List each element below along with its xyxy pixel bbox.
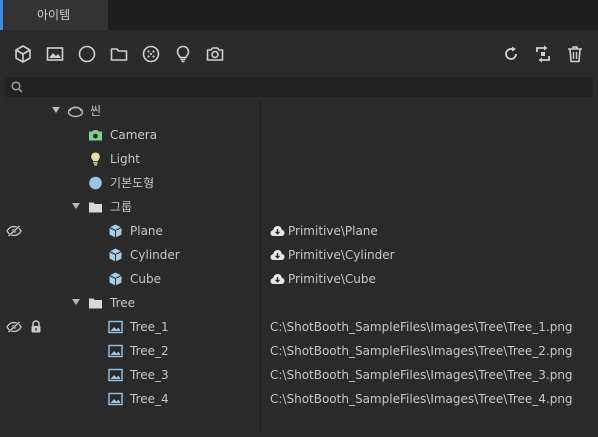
tree-label: 씬: [90, 104, 102, 118]
cloud-download-icon: [270, 249, 285, 260]
cloud-download-icon: [270, 225, 285, 236]
cube-icon: [109, 248, 122, 262]
item-path: Primitive\Plane: [270, 219, 378, 243]
folder-icon: [110, 48, 128, 61]
image-icon: [108, 368, 123, 382]
tree-label: Tree_3: [130, 368, 169, 382]
search-icon: [11, 81, 23, 93]
tree-row-light[interactable]: Light: [0, 147, 598, 171]
add-shape-button[interactable]: [76, 43, 98, 65]
tree-row-group[interactable]: 그룹: [0, 195, 598, 219]
item-path-text: Primitive\Cylinder: [288, 248, 395, 262]
folder-icon: [89, 202, 102, 213]
sync-icon: [536, 45, 550, 63]
item-path-text: Primitive\Cube: [288, 272, 376, 286]
item-path: C:\ShotBooth_SampleFiles\Images\Tree\Tre…: [270, 368, 573, 382]
tree-label: Light: [110, 152, 140, 166]
cube-icon: [109, 272, 122, 286]
scene-icon: [67, 106, 84, 118]
item-path: C:\ShotBooth_SampleFiles\Images\Tree\Tre…: [270, 344, 573, 358]
expand-arrow[interactable]: [52, 107, 60, 113]
tree-row-tree4[interactable]: Tree_4 C:\ShotBooth_SampleFiles\Images\T…: [0, 387, 598, 411]
tree-label: Camera: [110, 128, 158, 142]
add-group-button[interactable]: [108, 43, 130, 65]
cube-icon: [109, 224, 122, 238]
tree-row-camera[interactable]: Camera: [0, 123, 598, 147]
tree-row-tree3[interactable]: Tree_3 C:\ShotBooth_SampleFiles\Images\T…: [0, 363, 598, 387]
tree-label: Tree_4: [130, 392, 169, 406]
item-path: C:\ShotBooth_SampleFiles\Images\Tree\Tre…: [270, 392, 573, 406]
tree-label: Tree_2: [130, 344, 169, 358]
image-icon: [46, 47, 64, 61]
item-path: C:\ShotBooth_SampleFiles\Images\Tree\Tre…: [270, 320, 573, 334]
tree-row-tree2[interactable]: Tree_2 C:\ShotBooth_SampleFiles\Images\T…: [0, 339, 598, 363]
tree-row-cube[interactable]: Cube Primitive\Cube: [0, 267, 598, 291]
eye-slash-icon[interactable]: [6, 225, 22, 237]
tree-label: 그룹: [110, 200, 133, 214]
toolbar: [0, 34, 598, 74]
expand-arrow[interactable]: [72, 203, 80, 209]
lightbulb-icon: [91, 152, 100, 166]
tree-row-tree-folder[interactable]: Tree: [0, 291, 598, 315]
item-path: Primitive\Cube: [270, 267, 376, 291]
trash-icon: [568, 46, 582, 63]
eye-slash-icon[interactable]: [6, 321, 22, 333]
tree-label: Cylinder: [130, 248, 180, 262]
delete-button[interactable]: [564, 43, 586, 65]
tree-row-primitive[interactable]: 기본도형: [0, 171, 598, 195]
search-input[interactable]: [27, 77, 587, 97]
tree-row-tree1[interactable]: Tree_1 C:\ShotBooth_SampleFiles\Images\T…: [0, 315, 598, 339]
tab-items[interactable]: 아이템: [0, 0, 108, 30]
add-camera-button[interactable]: [204, 43, 226, 65]
cloud-download-icon: [270, 273, 285, 284]
sphere-icon: [89, 176, 102, 190]
refresh-icon: [505, 46, 517, 60]
sync-button[interactable]: [532, 43, 554, 65]
particles-icon: [142, 45, 160, 63]
tree-label: Tree_1: [130, 320, 169, 334]
lock-icon[interactable]: [30, 320, 42, 333]
item-path-text: Primitive\Plane: [288, 224, 378, 238]
add-particles-button[interactable]: [140, 43, 162, 65]
tab-bar: 아이템: [0, 0, 598, 30]
image-icon: [108, 320, 123, 334]
folder-icon: [89, 298, 102, 309]
add-primitive-button[interactable]: [12, 43, 34, 65]
search-bar: [5, 77, 593, 97]
expand-arrow[interactable]: [72, 299, 80, 305]
item-path: Primitive\Cylinder: [270, 243, 395, 267]
tree-label: 기본도형: [110, 176, 155, 190]
tree-label: Plane: [130, 224, 163, 238]
image-icon: [108, 344, 123, 358]
refresh-button[interactable]: [500, 43, 522, 65]
tree-row-cylinder[interactable]: Cylinder Primitive\Cylinder: [0, 243, 598, 267]
image-icon: [108, 392, 123, 406]
tree-label: Tree: [110, 296, 136, 310]
tree-row-plane[interactable]: Plane Primitive\Plane: [0, 219, 598, 243]
add-light-button[interactable]: [172, 43, 194, 65]
camera-icon: [89, 130, 102, 141]
lightbulb-icon: [176, 45, 190, 63]
tree-label: Cube: [130, 272, 161, 286]
cube-icon: [15, 45, 31, 63]
camera-icon: [206, 47, 224, 61]
add-image-button[interactable]: [44, 43, 66, 65]
tree-row-scene[interactable]: 씬: [0, 99, 598, 123]
circle-icon: [78, 45, 96, 63]
